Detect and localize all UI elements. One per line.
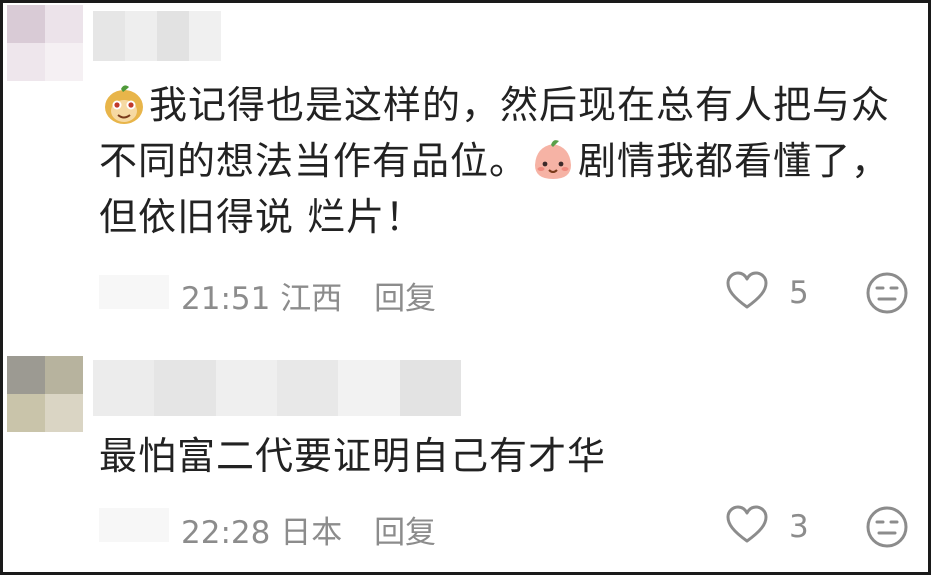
like-button[interactable]: 5 xyxy=(725,270,817,316)
neutral-face-icon xyxy=(865,506,909,553)
comment-item: 最怕富二代要证明自己有才华 22:28 日本 回复 3 xyxy=(3,352,928,572)
comment-location: 江西 xyxy=(280,281,343,317)
comment-time: 22:28 xyxy=(181,515,271,551)
neutral-face-icon xyxy=(865,272,909,319)
avatar[interactable] xyxy=(7,356,83,432)
dislike-button[interactable] xyxy=(865,505,909,549)
reply-button[interactable]: 回复 xyxy=(374,281,436,317)
peach-face-emoji xyxy=(530,137,576,183)
like-count: 3 xyxy=(789,509,809,545)
meta-placeholder xyxy=(99,275,169,309)
comment-list: 我记得也是这样的，然后现在总有人把与众不同的想法当作有品位。 剧情我都看懂了，但… xyxy=(0,0,931,575)
comment-time: 21:51 xyxy=(181,281,271,317)
comment-meta: 22:28 日本 回复 xyxy=(181,507,436,552)
comment-location: 日本 xyxy=(280,515,343,551)
monkey-face-emoji xyxy=(101,81,147,127)
like-count: 5 xyxy=(789,275,809,311)
heart-outline-icon xyxy=(725,505,769,549)
avatar[interactable] xyxy=(7,5,83,81)
heart-outline-icon xyxy=(725,271,769,315)
comment-meta: 21:51 江西 回复 xyxy=(181,273,436,318)
dislike-button[interactable] xyxy=(865,271,909,315)
reply-button[interactable]: 回复 xyxy=(374,515,436,551)
comment-text: 最怕富二代要证明自己有才华 xyxy=(99,434,607,478)
like-button[interactable]: 3 xyxy=(725,504,817,550)
username-blurred[interactable] xyxy=(93,11,221,61)
comment-item: 我记得也是这样的，然后现在总有人把与众不同的想法当作有品位。 剧情我都看懂了，但… xyxy=(3,3,928,343)
comment-text: 我记得也是这样的，然后现在总有人把与众不同的想法当作有品位。 剧情我都看懂了，但… xyxy=(99,77,904,245)
meta-placeholder xyxy=(99,508,169,542)
username-blurred[interactable] xyxy=(93,360,461,416)
